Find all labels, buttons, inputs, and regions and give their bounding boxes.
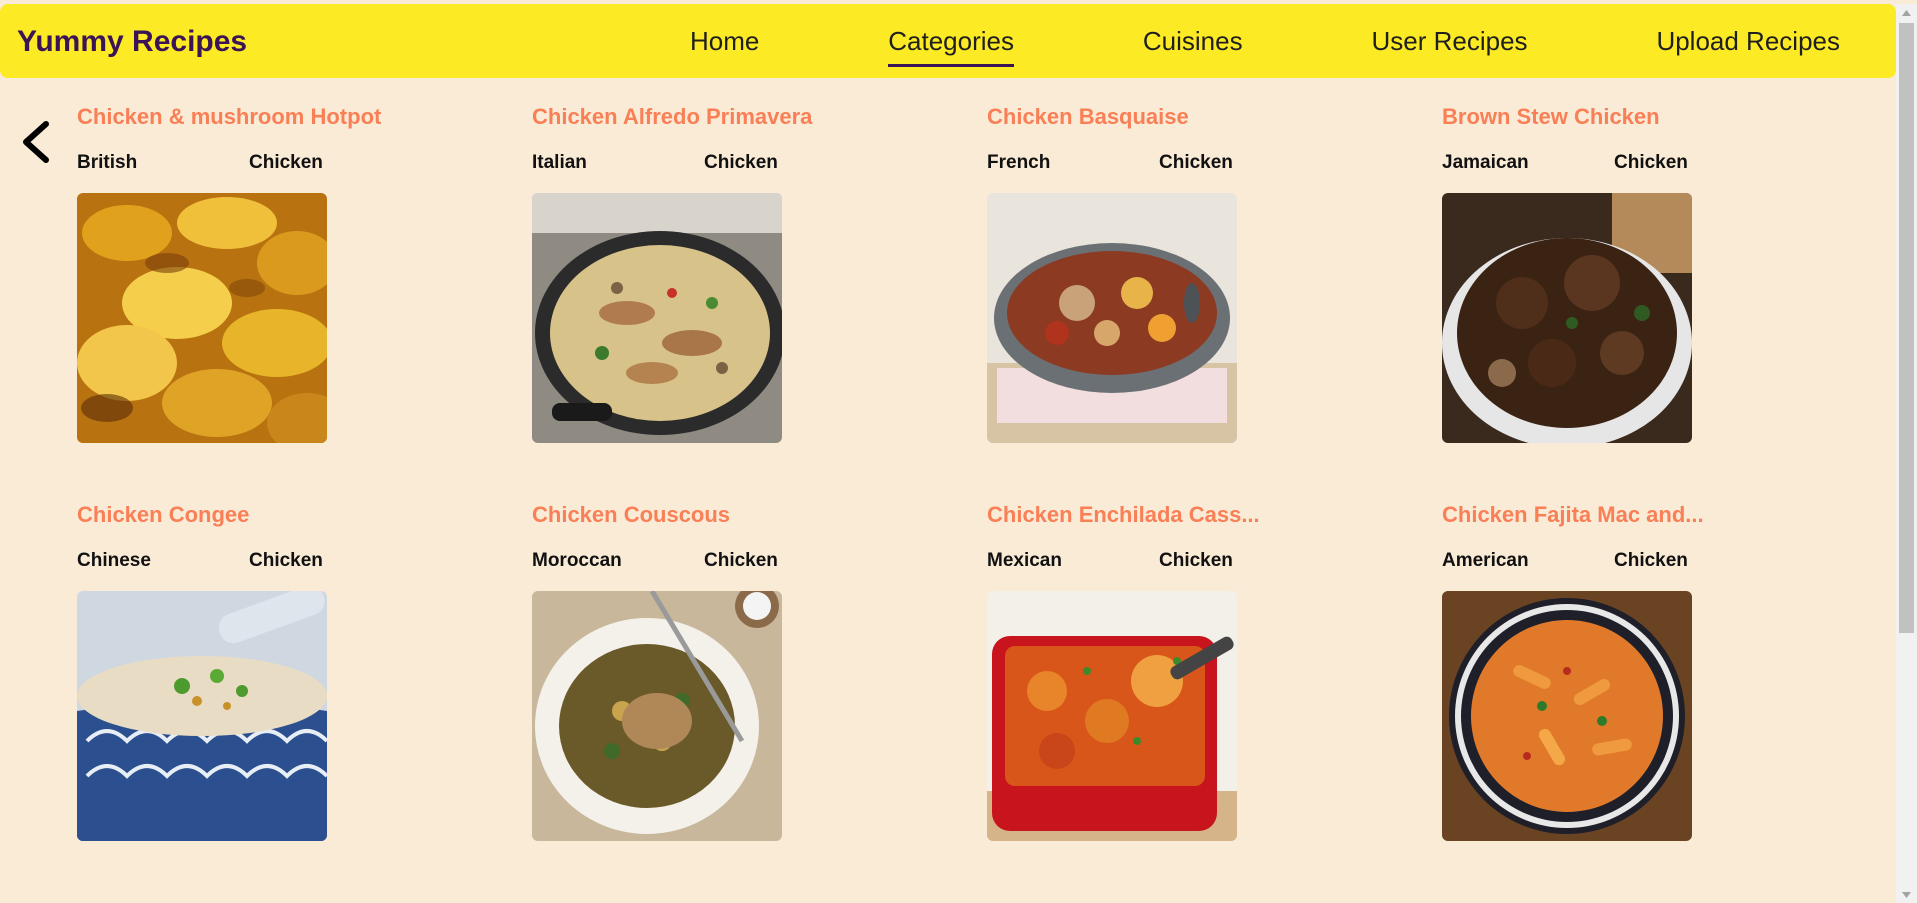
recipe-card[interactable]: Chicken Enchilada Cass... Mexican Chicke… (987, 498, 1442, 896)
recipe-image[interactable] (987, 591, 1237, 841)
recipe-title[interactable]: Brown Stew Chicken (1442, 100, 1897, 134)
recipe-image[interactable] (532, 591, 782, 841)
recipe-title[interactable]: Chicken Basquaise (987, 100, 1442, 134)
recipe-cuisine[interactable]: Jamaican (1442, 152, 1529, 174)
nav-categories[interactable]: Categories (888, 26, 1014, 67)
chevron-left-icon (23, 121, 49, 163)
recipe-cuisine[interactable]: French (987, 152, 1050, 174)
scroll-up-arrow-icon[interactable] (1896, 4, 1917, 21)
recipe-title[interactable]: Chicken Enchilada Cass... (987, 498, 1442, 532)
navbar: Yummy Recipes Home Categories Cuisines U… (0, 4, 1896, 78)
recipe-title[interactable]: Chicken Couscous (532, 498, 987, 532)
recipe-tags: Chinese Chicken (77, 550, 327, 572)
scrollbar-thumb[interactable] (1899, 23, 1914, 633)
recipe-image[interactable] (1442, 193, 1692, 443)
recipe-tags: American Chicken (1442, 550, 1692, 572)
recipe-tags: Mexican Chicken (987, 550, 1237, 572)
recipe-tags: French Chicken (987, 152, 1237, 174)
recipe-card[interactable]: Brown Stew Chicken Jamaican Chicken (1442, 100, 1897, 498)
nav-home[interactable]: Home (690, 26, 759, 57)
recipe-cuisine[interactable]: Italian (532, 152, 587, 174)
recipe-title[interactable]: Chicken Fajita Mac and... (1442, 498, 1897, 532)
recipe-cuisine[interactable]: British (77, 152, 137, 174)
recipe-category[interactable]: Chicken (1614, 550, 1688, 572)
recipe-card[interactable]: Chicken & mushroom Hotpot British Chicke… (77, 100, 532, 498)
recipe-card[interactable]: Chicken Fajita Mac and... American Chick… (1442, 498, 1897, 896)
recipe-title[interactable]: Chicken Congee (77, 498, 532, 532)
recipe-category[interactable]: Chicken (1159, 152, 1233, 174)
back-button[interactable] (18, 118, 56, 166)
recipe-cuisine[interactable]: Chinese (77, 550, 151, 572)
recipe-card[interactable]: Chicken Basquaise French Chicken (987, 100, 1442, 498)
recipe-tags: Jamaican Chicken (1442, 152, 1692, 174)
recipe-category[interactable]: Chicken (1614, 152, 1688, 174)
recipe-cuisine[interactable]: American (1442, 550, 1529, 572)
recipe-category[interactable]: Chicken (1159, 550, 1233, 572)
recipe-image[interactable] (532, 193, 782, 443)
recipe-category[interactable]: Chicken (249, 152, 323, 174)
recipe-tags: British Chicken (77, 152, 327, 174)
recipe-grid: Chicken & mushroom Hotpot British Chicke… (77, 100, 1897, 896)
nav-cuisines[interactable]: Cuisines (1143, 26, 1243, 57)
recipe-image[interactable] (1442, 591, 1692, 841)
recipe-image[interactable] (77, 591, 327, 841)
recipe-card[interactable]: Chicken Couscous Moroccan Chicken (532, 498, 987, 896)
recipe-category[interactable]: Chicken (249, 550, 323, 572)
recipe-image[interactable] (77, 193, 327, 443)
recipe-tags: Italian Chicken (532, 152, 782, 174)
vertical-scrollbar[interactable] (1896, 4, 1917, 903)
recipe-tags: Moroccan Chicken (532, 550, 782, 572)
recipe-category[interactable]: Chicken (704, 152, 778, 174)
scroll-down-arrow-icon[interactable] (1896, 886, 1917, 903)
main-nav: Home Categories Cuisines User Recipes Up… (690, 4, 1840, 78)
recipe-title[interactable]: Chicken Alfredo Primavera (532, 100, 987, 134)
recipe-card[interactable]: Chicken Congee Chinese Chicken (77, 498, 532, 896)
recipe-card[interactable]: Chicken Alfredo Primavera Italian Chicke… (532, 100, 987, 498)
nav-upload-recipes[interactable]: Upload Recipes (1656, 26, 1840, 57)
recipe-image[interactable] (987, 193, 1237, 443)
recipe-cuisine[interactable]: Moroccan (532, 550, 622, 572)
recipe-cuisine[interactable]: Mexican (987, 550, 1062, 572)
recipe-title[interactable]: Chicken & mushroom Hotpot (77, 100, 532, 134)
brand-logo[interactable]: Yummy Recipes (17, 4, 247, 80)
nav-user-recipes[interactable]: User Recipes (1371, 26, 1527, 57)
recipe-category[interactable]: Chicken (704, 550, 778, 572)
